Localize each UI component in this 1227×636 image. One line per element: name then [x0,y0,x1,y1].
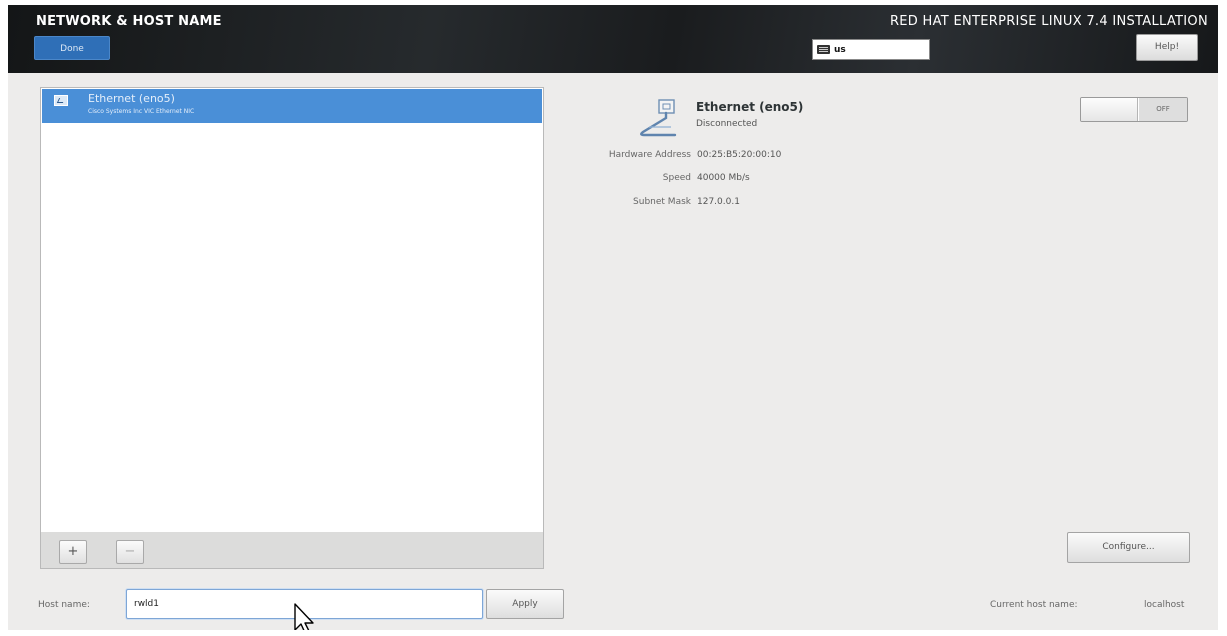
help-button[interactable]: Help! [1136,34,1198,61]
configure-button[interactable]: Configure... [1067,532,1190,563]
host-name-label: Host name: [38,600,90,610]
remove-device-button[interactable]: − [116,540,144,564]
keyboard-layout-label: us [834,44,846,55]
device-status: Disconnected [696,119,758,129]
hardware-address-value: 00:25:B5:20:00:10 [697,150,782,160]
speed-label: Speed [662,173,691,183]
toggle-state-label: OFF [1139,98,1187,121]
spoke-title: NETWORK & HOST NAME [36,14,222,29]
network-wired-icon [54,95,68,106]
device-detail-title: Ethernet (eno5) [696,100,804,114]
keyboard-icon [817,45,830,54]
hardware-address-label: Hardware Address [608,150,691,160]
current-host-name-label: Current host name: [990,600,1078,610]
done-button[interactable]: Done [34,36,110,60]
device-row-eno5[interactable]: Ethernet (eno5) Cisco Systems Inc VIC Et… [42,89,542,123]
add-device-button[interactable]: + [59,540,87,564]
network-device-list: Ethernet (eno5) Cisco Systems Inc VIC Et… [40,87,544,533]
device-name: Ethernet (eno5) [88,92,175,105]
ethernet-cable-icon [640,99,677,137]
toggle-knob [1081,98,1138,121]
speed-value: 40000 Mb/s [697,173,750,183]
device-description: Cisco Systems Inc VIC Ethernet NIC [88,108,195,115]
spoke-header: NETWORK & HOST NAME Done RED HAT ENTERPR… [8,5,1218,73]
device-list-toolbar: + − [40,532,544,569]
apply-button[interactable]: Apply [486,589,564,619]
current-host-name-value: localhost [1144,600,1185,610]
mouse-pointer-icon [294,603,314,630]
product-title: RED HAT ENTERPRISE LINUX 7.4 INSTALLATIO… [889,14,1208,29]
subnet-mask-label: Subnet Mask [633,197,691,207]
keyboard-layout-indicator[interactable]: us [812,39,930,60]
subnet-mask-value: 127.0.0.1 [697,197,740,207]
device-power-toggle[interactable]: OFF [1080,97,1188,122]
installer-window: NETWORK & HOST NAME Done RED HAT ENTERPR… [8,5,1218,630]
